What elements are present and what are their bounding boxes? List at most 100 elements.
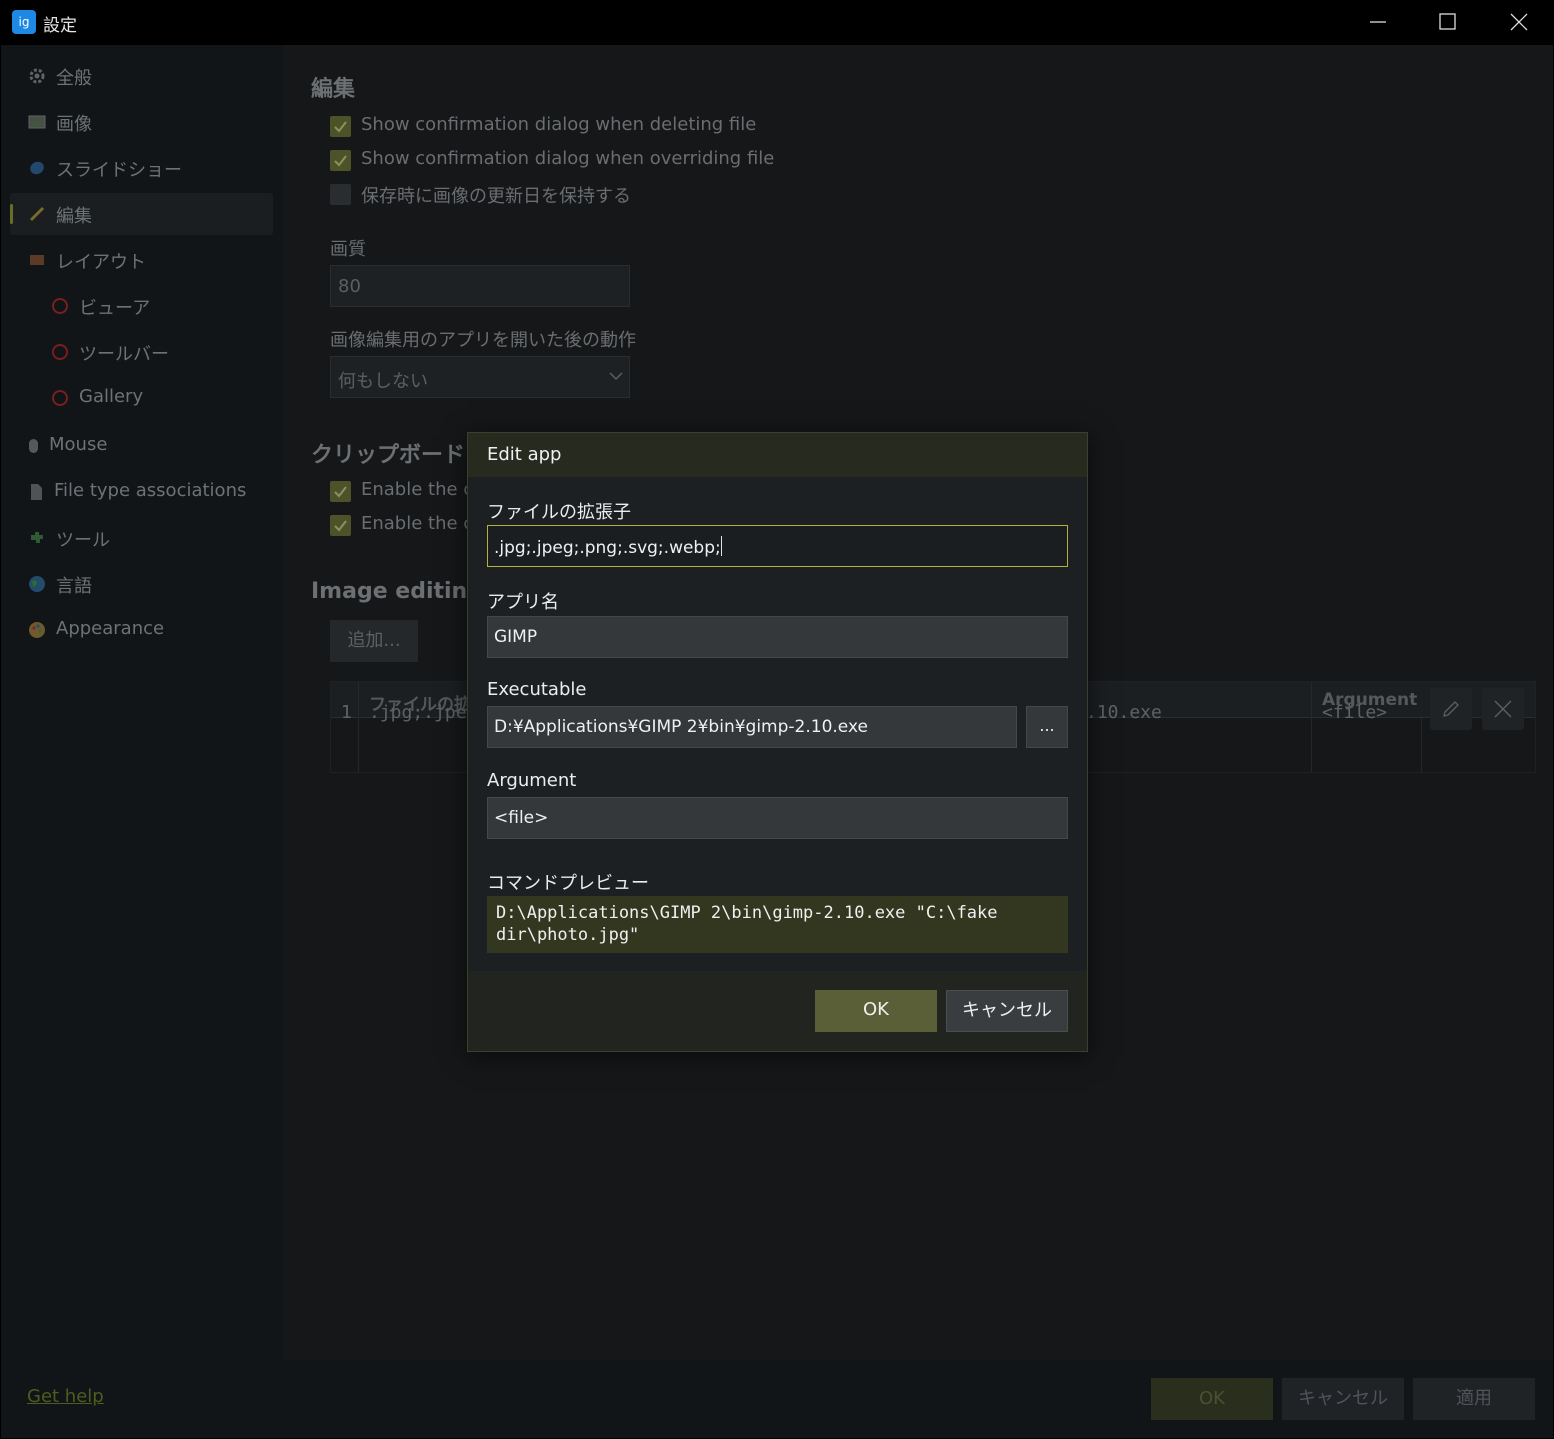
circle-icon bbox=[52, 298, 68, 314]
apply-button[interactable]: 適用 bbox=[1413, 1378, 1535, 1420]
chevron-down-icon bbox=[609, 372, 623, 381]
get-help-link[interactable]: Get help bbox=[27, 1386, 104, 1407]
quality-input[interactable]: 80 bbox=[330, 265, 630, 307]
circle-icon bbox=[52, 390, 68, 406]
command-preview: D:\Applications\GIMP 2\bin\gimp-2.10.exe… bbox=[487, 896, 1068, 953]
command-preview-label: コマンドプレビュー bbox=[487, 873, 649, 894]
check-icon bbox=[334, 155, 347, 167]
dialog-footer: OK キャンセル bbox=[468, 971, 1087, 1051]
close-icon bbox=[1494, 700, 1512, 718]
extensions-label: ファイルの拡張子 bbox=[487, 502, 631, 523]
edit-app-dialog: Edit app ファイルの拡張子 .jpg;.jpeg;.png;.svg;.… bbox=[467, 432, 1088, 1052]
sidebar: 全般 画像 スライドショー 編集 レイアウト ビューア ツールバー Galler… bbox=[1, 45, 282, 1360]
argument-input[interactable]: <file> bbox=[487, 797, 1068, 839]
document-icon bbox=[31, 484, 42, 500]
after-open-value: 何もしない bbox=[338, 371, 428, 392]
extensions-value: .jpg;.jpeg;.png;.svg;.webp; bbox=[494, 538, 721, 558]
checkbox-label: Show confirmation dialog when overriding… bbox=[361, 148, 775, 169]
sidebar-item-file-types[interactable]: File type associations bbox=[10, 471, 273, 513]
delete-row-button[interactable] bbox=[1482, 688, 1524, 730]
minimize-button[interactable] bbox=[1343, 0, 1413, 45]
sidebar-item-label: 編集 bbox=[56, 206, 92, 227]
dialog-header: Edit app bbox=[468, 433, 1087, 477]
close-button[interactable] bbox=[1484, 0, 1554, 45]
checkbox-label: 保存時に画像の更新日を保持する bbox=[361, 186, 631, 207]
minimize-icon bbox=[1370, 21, 1386, 23]
after-open-select[interactable]: 何もしない bbox=[330, 356, 630, 398]
browse-button[interactable]: ... bbox=[1026, 706, 1068, 748]
edit-section-title: 編集 bbox=[311, 77, 356, 102]
title-bar: ig 設定 bbox=[0, 0, 1554, 45]
gear-icon bbox=[29, 68, 45, 84]
clipboard-section-title: クリップボード bbox=[311, 443, 466, 468]
checkbox[interactable] bbox=[330, 184, 351, 205]
checkbox[interactable] bbox=[330, 481, 351, 502]
dialog-cancel-button[interactable]: キャンセル bbox=[946, 990, 1068, 1032]
row-index: 1 bbox=[341, 702, 353, 723]
maximize-icon bbox=[1439, 13, 1456, 30]
check-icon bbox=[334, 520, 347, 532]
add-app-button[interactable]: 追加... bbox=[330, 620, 418, 662]
quality-label: 画質 bbox=[330, 239, 366, 260]
checkbox[interactable] bbox=[330, 150, 351, 171]
globe-icon bbox=[29, 576, 45, 592]
text-caret bbox=[720, 536, 722, 556]
after-open-label: 画像編集用のアプリを開いた後の動作 bbox=[330, 330, 636, 351]
sidebar-item-image[interactable]: 画像 bbox=[10, 101, 273, 143]
sidebar-item-label: 言語 bbox=[56, 576, 92, 597]
executable-label: Executable bbox=[487, 679, 587, 700]
sidebar-item-label: ビューア bbox=[79, 298, 151, 319]
slideshow-icon bbox=[30, 161, 44, 175]
edit-row-button[interactable] bbox=[1430, 688, 1472, 730]
pencil-icon bbox=[29, 206, 45, 222]
pencil-icon bbox=[1443, 701, 1459, 717]
close-icon bbox=[1510, 13, 1528, 31]
argument-label: Argument bbox=[487, 770, 577, 791]
sidebar-item-tools[interactable]: ツール bbox=[10, 517, 273, 559]
window-title: 設定 bbox=[43, 16, 77, 36]
cancel-button[interactable]: キャンセル bbox=[1282, 1378, 1404, 1420]
sidebar-item-toolbar[interactable]: ツールバー bbox=[10, 331, 273, 373]
puzzle-icon bbox=[31, 532, 43, 543]
app-name-input[interactable]: GIMP bbox=[487, 616, 1068, 658]
circle-icon bbox=[52, 344, 68, 360]
sidebar-item-label: ツール bbox=[56, 530, 110, 551]
sidebar-item-general[interactable]: 全般 bbox=[10, 55, 273, 97]
checkbox[interactable] bbox=[330, 515, 351, 536]
sidebar-item-edit[interactable]: 編集 bbox=[10, 193, 273, 235]
sidebar-item-slideshow[interactable]: スライドショー bbox=[10, 147, 273, 189]
sidebar-item-layout[interactable]: レイアウト bbox=[10, 239, 273, 281]
sidebar-item-label: Gallery bbox=[79, 386, 144, 407]
row-extensions: .jpg;.jpeg bbox=[369, 702, 478, 723]
extensions-input[interactable]: .jpg;.jpeg;.png;.svg;.webp; bbox=[487, 525, 1068, 567]
check-icon bbox=[334, 486, 347, 498]
sidebar-item-gallery[interactable]: Gallery bbox=[10, 377, 273, 419]
checkbox-label: Enable the co bbox=[361, 479, 485, 500]
sidebar-item-label: 画像 bbox=[56, 114, 92, 135]
dialog-title: Edit app bbox=[487, 444, 562, 465]
sidebar-item-label: レイアウト bbox=[56, 252, 146, 273]
app-name-label: アプリ名 bbox=[487, 592, 559, 613]
image-icon bbox=[28, 115, 46, 129]
ok-button[interactable]: OK bbox=[1151, 1378, 1273, 1420]
preview-line: dir\photo.jpg" bbox=[496, 925, 640, 945]
sidebar-item-mouse[interactable]: Mouse bbox=[10, 425, 273, 467]
sidebar-item-viewer[interactable]: ビューア bbox=[10, 285, 273, 327]
sidebar-item-language[interactable]: 言語 bbox=[10, 563, 273, 605]
preview-line: D:\Applications\GIMP 2\bin\gimp-2.10.exe… bbox=[496, 903, 998, 923]
maximize-button[interactable] bbox=[1413, 0, 1483, 45]
active-indicator bbox=[10, 204, 13, 224]
sidebar-item-label: Appearance bbox=[56, 618, 165, 639]
checkbox[interactable] bbox=[330, 116, 351, 137]
sidebar-item-label: ツールバー bbox=[79, 344, 169, 365]
sidebar-item-label: スライドショー bbox=[56, 160, 182, 181]
mouse-icon bbox=[29, 439, 38, 453]
check-icon bbox=[334, 121, 347, 133]
row-argument: <file> bbox=[1322, 702, 1388, 723]
sidebar-item-label: 全般 bbox=[56, 68, 92, 89]
executable-input[interactable]: D:¥Applications¥GIMP 2¥bin¥gimp-2.10.exe bbox=[487, 706, 1017, 748]
dialog-ok-button[interactable]: OK bbox=[815, 990, 937, 1032]
palette-icon bbox=[29, 622, 45, 638]
sidebar-item-appearance[interactable]: Appearance bbox=[10, 609, 273, 651]
checkbox-label: Show confirmation dialog when deleting f… bbox=[361, 114, 757, 135]
